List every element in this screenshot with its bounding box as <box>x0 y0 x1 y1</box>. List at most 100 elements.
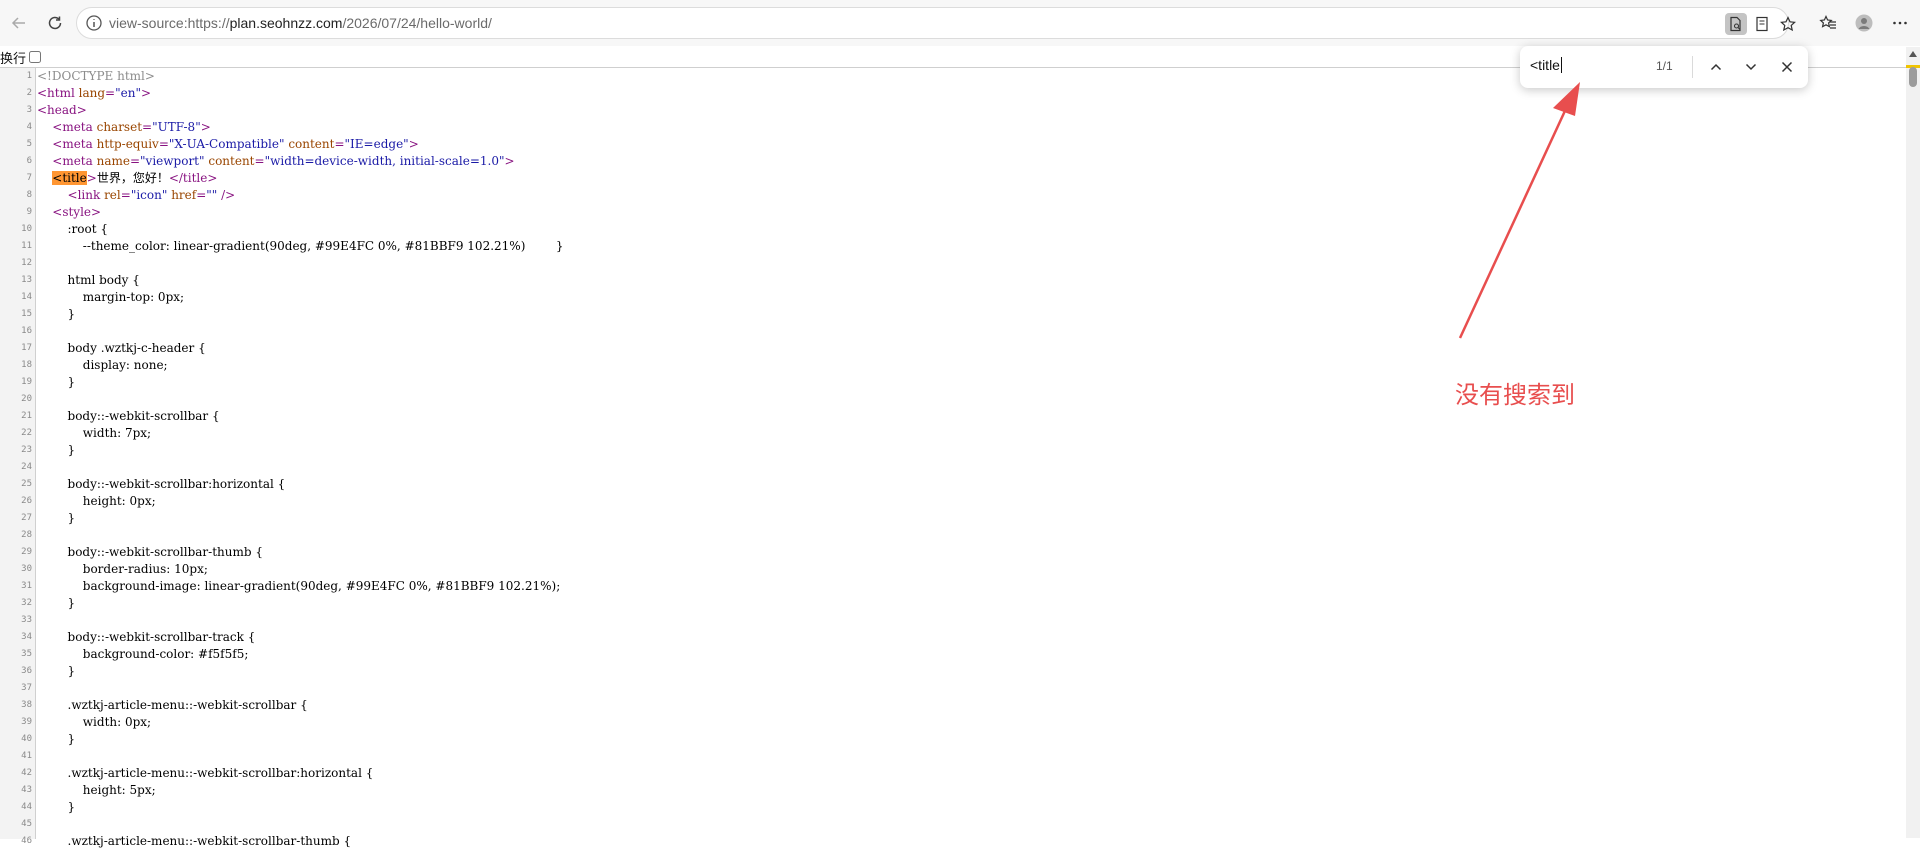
match-count: 1/1 <box>1656 59 1673 73</box>
line-number: 21 <box>21 411 32 421</box>
line-wrap-checkbox[interactable] <box>29 51 42 63</box>
source-line-code: :root { <box>37 222 109 236</box>
source-line: 18 display: none; <box>0 357 1900 374</box>
source-line: 40 } <box>0 731 1900 748</box>
url-text[interactable]: view-source:https://plan.seohnzz.com/202… <box>109 15 492 31</box>
annotation-text: 没有搜索到 <box>1455 381 1575 409</box>
scroll-up-arrow-icon[interactable] <box>1909 51 1917 57</box>
source-line-code: --theme_color: linear-gradient(90deg, #9… <box>37 239 564 253</box>
source-line: 25 body::-webkit-scrollbar:horizontal { <box>0 476 1900 493</box>
source-line-code: .wztkj-article-menu::-webkit-scrollbar-t… <box>37 834 352 848</box>
line-number: 46 <box>21 836 32 846</box>
line-number: 3 <box>26 105 32 115</box>
back-button[interactable] <box>5 9 33 37</box>
line-number: 25 <box>21 479 32 489</box>
source-line-code: <head> <box>37 103 87 117</box>
source-line-code: .wztkj-article-menu::-webkit-scrollbar { <box>37 698 308 712</box>
line-number: 22 <box>21 428 32 438</box>
source-line: 44 } <box>0 799 1900 816</box>
source-line-code: <title>世界，您好！</title> <box>52 171 218 185</box>
source-line: 3 <head> <box>0 102 1900 119</box>
avatar-icon <box>1855 14 1873 32</box>
vertical-scrollbar[interactable] <box>1906 47 1920 838</box>
source-line: 28 <box>0 527 1900 544</box>
source-line-code: } <box>37 443 76 457</box>
line-number: 20 <box>21 394 32 404</box>
previous-match-button[interactable] <box>1704 55 1728 79</box>
favorite-button[interactable] <box>1777 13 1799 35</box>
source-line: 6 <meta name="viewport" content="width=d… <box>0 153 1900 170</box>
line-number: 33 <box>21 615 32 625</box>
url-path: /2026/07/24/hello-world/ <box>342 15 492 31</box>
line-number: 4 <box>26 122 32 132</box>
source-line: 14 margin-top: 0px; <box>0 289 1900 306</box>
line-number: 23 <box>21 445 32 455</box>
more-horizontal-icon <box>1893 21 1907 25</box>
chevron-up-icon <box>1710 63 1722 71</box>
source-line: 29 body::-webkit-scrollbar-thumb { <box>0 544 1900 561</box>
source-line: 12 <box>0 255 1900 272</box>
line-number: 9 <box>26 207 32 217</box>
source-line-code: } <box>37 596 76 610</box>
line-number: 43 <box>21 785 32 795</box>
find-in-page-button[interactable] <box>1725 13 1747 35</box>
favorites-button[interactable] <box>1814 9 1842 37</box>
line-number: 31 <box>21 581 32 591</box>
source-line-code: <link rel="icon" href="" /> <box>67 188 236 202</box>
scrollbar-thumb[interactable] <box>1909 67 1917 87</box>
line-number: 26 <box>21 496 32 506</box>
url-prefix: view-source:https:// <box>109 15 230 31</box>
source-line: 42 .wztkj-article-menu::-webkit-scrollba… <box>0 765 1900 782</box>
info-icon[interactable] <box>85 14 103 32</box>
line-number: 14 <box>21 292 32 302</box>
source-line-code: body::-webkit-scrollbar { <box>37 409 220 423</box>
reader-mode-button[interactable] <box>1751 13 1773 35</box>
refresh-button[interactable] <box>41 9 69 37</box>
line-number: 15 <box>21 309 32 319</box>
source-line-code: background-color: #f5f5f5; <box>37 647 249 661</box>
next-match-button[interactable] <box>1739 55 1763 79</box>
more-menu-button[interactable] <box>1886 9 1914 37</box>
line-number: 35 <box>21 649 32 659</box>
star-icon <box>1780 16 1796 32</box>
chevron-down-icon <box>1745 63 1757 71</box>
close-find-button[interactable] <box>1775 55 1799 79</box>
source-line-code: body::-webkit-scrollbar-track { <box>37 630 256 644</box>
source-line: 10 :root { <box>0 221 1900 238</box>
source-line-code: height: 5px; <box>37 783 156 797</box>
source-line: 4 <meta charset="UTF-8"> <box>0 119 1900 136</box>
source-line: 19 } <box>0 374 1900 391</box>
source-line: 30 border-radius: 10px; <box>0 561 1900 578</box>
line-number: 10 <box>21 224 32 234</box>
source-line-code: border-radius: 10px; <box>37 562 208 576</box>
source-line: 39 width: 0px; <box>0 714 1900 731</box>
find-bar: <title 1/1 <box>1520 46 1808 88</box>
source-line-code: } <box>37 732 76 746</box>
source-line: 37 <box>0 680 1900 697</box>
source-line-code: <meta http-equiv="X-UA-Compatible" conte… <box>52 137 419 151</box>
source-line: 38 .wztkj-article-menu::-webkit-scrollba… <box>0 697 1900 714</box>
source-line: 36 } <box>0 663 1900 680</box>
source-line: 33 <box>0 612 1900 629</box>
text-caret <box>1560 57 1562 73</box>
source-line: 43 height: 5px; <box>0 782 1900 799</box>
line-number: 11 <box>21 241 32 251</box>
source-line: 16 <box>0 323 1900 340</box>
source-line-code: } <box>37 664 76 678</box>
line-number: 36 <box>21 666 32 676</box>
source-line-code: <html lang="en"> <box>37 86 152 100</box>
source-line-code: width: 0px; <box>37 715 152 729</box>
line-wrap-label: 换行 <box>0 50 27 66</box>
address-bar[interactable]: view-source:https://plan.seohnzz.com/202… <box>76 7 1796 39</box>
line-number: 6 <box>26 156 32 166</box>
line-number: 41 <box>21 751 32 761</box>
profile-button[interactable] <box>1850 9 1878 37</box>
source-line-code: <meta name="viewport" content="width=dev… <box>52 154 515 168</box>
line-number: 2 <box>26 88 32 98</box>
source-line: 5 <meta http-equiv="X-UA-Compatible" con… <box>0 136 1900 153</box>
source-line-code: margin-top: 0px; <box>37 290 185 304</box>
line-number: 40 <box>21 734 32 744</box>
find-input[interactable]: <title <box>1530 57 1562 73</box>
line-number: 16 <box>21 326 32 336</box>
line-number: 30 <box>21 564 32 574</box>
